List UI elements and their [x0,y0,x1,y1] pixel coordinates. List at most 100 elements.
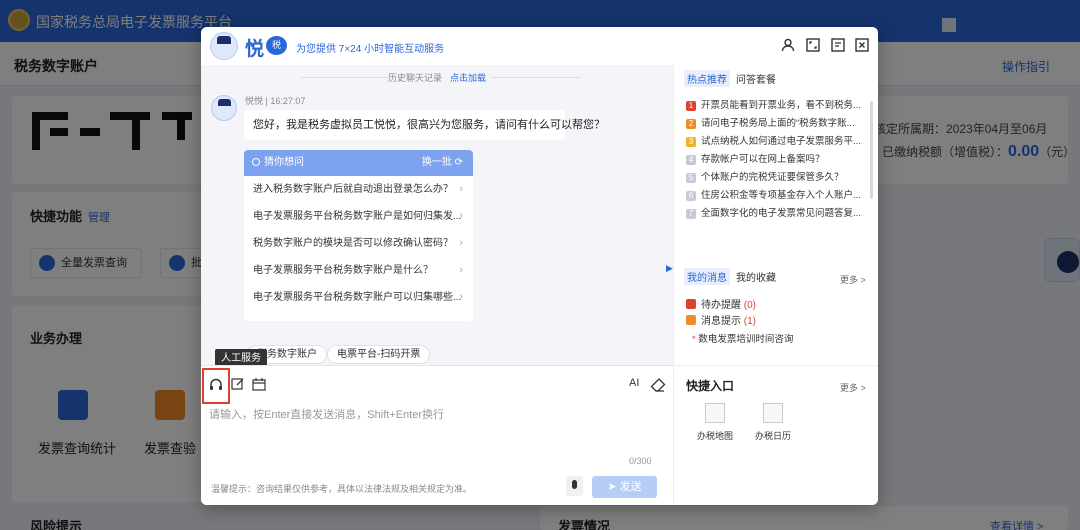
guess-item-text: 税务数字账户的模块是否可以修改确认密码？ [253,238,453,249]
guess-item[interactable]: 进入税务数字账户后就自动退出登录怎么办？ › [244,176,473,203]
char-counter: 0/300 [629,456,652,466]
hot-item[interactable]: 4 存款帐户可以在网上备案吗？ [686,151,866,169]
greeting-message: 您好，我是税务虚拟员工悦悦，很高兴为您服务，请问有什么可以帮您？ [244,110,605,140]
hot-item-text: 全面数字化的电子发票常见问题答复... [701,208,861,219]
fullscreen-icon[interactable] [806,38,820,52]
guess-item[interactable]: 电子发票服务平台税务数字账户可以归集哪些... › [244,284,473,311]
hot-item[interactable]: 7 全面数字化的电子发票常见问题答复... [686,205,866,223]
hot-item-text: 开票员能看到开票业务，看不到税务... [701,100,861,111]
hot-item-text: 存款帐户可以在网上备案吗？ [701,154,825,165]
hot-item[interactable]: 3 试点纳税人如何通过电子发票服务平... [686,133,866,151]
brand-name: 悦 [245,38,265,60]
message-notice[interactable]: 消息提示 (1) [686,312,756,327]
guess-title: 猜你想问 [264,157,304,168]
guess-item-text: 电子发票服务平台税务数字账户是什么？ [253,265,433,276]
notice-count: (1) [743,316,757,327]
quick-entry-label: 办税地图 [696,431,733,441]
map-icon [705,403,725,423]
rank-badge: 4 [686,155,696,165]
side-panel: ▶ 热点推荐 问答套餐 1 开票员能看到开票业务，看不到税务... 2 请问电子税务局… [666,65,878,505]
swap-label: 换一批 [421,157,452,168]
hot-item[interactable]: 6 住房公积金等专项基金存入个人账户... [686,187,866,205]
load-history-link[interactable]: 点击加载 [450,73,486,83]
hot-tabs: 热点推荐 问答套餐 [684,70,782,87]
quick-entry-label: 办税日历 [754,431,791,441]
robot-avatar-icon [210,32,238,60]
more-quick-link[interactable]: 更多 > [840,381,866,394]
todo-reminder[interactable]: 待办提醒 (0) [686,296,756,311]
notice-item[interactable]: * 数电发票培训时间咨询 [692,331,793,345]
lightbulb-icon [252,158,260,166]
ai-button[interactable]: AI [629,377,639,389]
hot-list: 1 开票员能看到开票业务，看不到税务... 2 请问电子税务局上面的“税务数字账..… [686,97,866,223]
tab-my-favorites[interactable]: 我的收藏 [733,268,779,285]
guess-item[interactable]: 电子发票服务平台税务数字账户是如何归集发... › [244,203,473,230]
service-slogan: 为您提供 7×24 小时智能互动服务 [296,44,445,55]
quick-entry-tax-calendar[interactable]: 办税日历 [748,403,798,442]
chat-messages-area[interactable]: 历史聊天记录 点击加载 悦悦 | 16:27:07 您好，我是税务虚拟员工悦悦，很… [201,65,673,365]
hot-item[interactable]: 5 个体账户的完税凭证要保管多久？ [686,169,866,187]
brand-badge: 税 [266,36,287,55]
message-input[interactable]: 请输入，按Enter直接发送消息，Shift+Enter换行 [209,406,444,422]
send-button[interactable]: ➤ 发送 [592,476,657,498]
bot-meta: 悦悦 | 16:27:07 [245,96,306,106]
divider [674,365,878,366]
hot-item-text: 个体账户的完税凭证要保管多久？ [701,172,844,183]
microphone-icon[interactable] [566,476,583,496]
bullet: * [692,334,696,345]
hot-item-text: 试点纳税人如何通过电子发票服务平... [701,136,861,147]
hot-item[interactable]: 2 请问电子税务局上面的“税务数字账... [686,115,866,133]
collapse-arrow-icon[interactable]: ▶ [665,255,674,281]
rank-badge: 7 [686,209,696,219]
guess-questions-card: 猜你想问 换一批 ⟳ 进入税务数字账户后就自动退出登录怎么办？ › 电子发票服务平… [244,150,473,321]
divider [491,77,581,78]
tab-my-messages[interactable]: 我的消息 [684,268,730,285]
history-label: 历史聊天记录 [387,73,442,83]
chevron-right-icon: › [459,291,463,303]
chip-scan-invoice[interactable]: 电票平台-扫码开票 [327,345,431,364]
chevron-right-icon: › [459,183,463,195]
quick-entry-tax-map[interactable]: 办税地图 [690,403,740,442]
guess-item-text: 电子发票服务平台税务数字账户是如何归集发... [253,211,462,222]
guess-item-text: 电子发票服务平台税务数字账户可以归集哪些... [253,292,462,303]
todo-icon [686,299,696,309]
calendar-icon[interactable] [251,377,267,393]
swap-batch-button[interactable]: 换一批 ⟳ [422,150,463,176]
quick-entry-title: 快捷入口 [686,379,735,393]
chevron-right-icon: › [459,210,463,222]
rank-badge: 6 [686,191,696,201]
guess-item-text: 进入税务数字账户后就自动退出登录怎么办？ [253,184,453,195]
eraser-icon[interactable] [650,377,666,393]
headset-icon[interactable] [208,377,224,393]
calendar-icon [763,403,783,423]
hot-item-text: 住房公积金等专项基金存入个人账户... [701,190,861,201]
disclaimer-hint: 温馨提示：咨询结果仅供参考，具体以法律法规及相关规定为准。 [211,484,473,494]
hot-item[interactable]: 1 开票员能看到开票业务，看不到税务... [686,97,866,115]
todo-count: (0) [743,300,757,311]
send-label: 发送 [619,481,642,493]
guess-item[interactable]: 电子发票服务平台税务数字账户是什么？ › [244,257,473,284]
hot-list-scrollbar[interactable] [870,101,873,199]
minimize-icon[interactable] [831,38,845,52]
chat-header: 悦 税 为您提供 7×24 小时智能互动服务 [201,27,878,65]
notice-item-text: 数电发票培训时间咨询 [698,334,794,345]
tab-qa-package[interactable]: 问答套餐 [733,70,779,87]
guess-header: 猜你想问 换一批 ⟳ [244,150,473,176]
guess-item[interactable]: 税务数字账户的模块是否可以修改确认密码？ › [244,230,473,257]
rank-badge: 2 [686,119,696,129]
chat-dialog: 悦 税 为您提供 7×24 小时智能互动服务 历史聊天记录 点击加载 悦悦 | 1… [201,27,878,505]
notice-icon [686,315,696,325]
close-icon[interactable] [855,38,869,52]
notice-label: 消息提示 [701,316,741,327]
user-icon[interactable] [781,38,795,52]
rank-badge: 1 [686,101,696,111]
message-composer: AI 请输入，按Enter直接发送消息，Shift+Enter换行 0/300 … [201,365,673,505]
message-tabs: 我的消息 我的收藏 [684,268,782,285]
history-bar: 历史聊天记录 点击加载 [201,71,673,84]
hot-item-text: 请问电子税务局上面的“税务数字账... [701,118,855,129]
chevron-right-icon: › [459,237,463,249]
edit-icon[interactable] [230,377,246,393]
rank-badge: 3 [686,137,696,147]
tab-hot-recommend[interactable]: 热点推荐 [684,70,730,87]
more-messages-link[interactable]: 更多 > [840,273,866,286]
